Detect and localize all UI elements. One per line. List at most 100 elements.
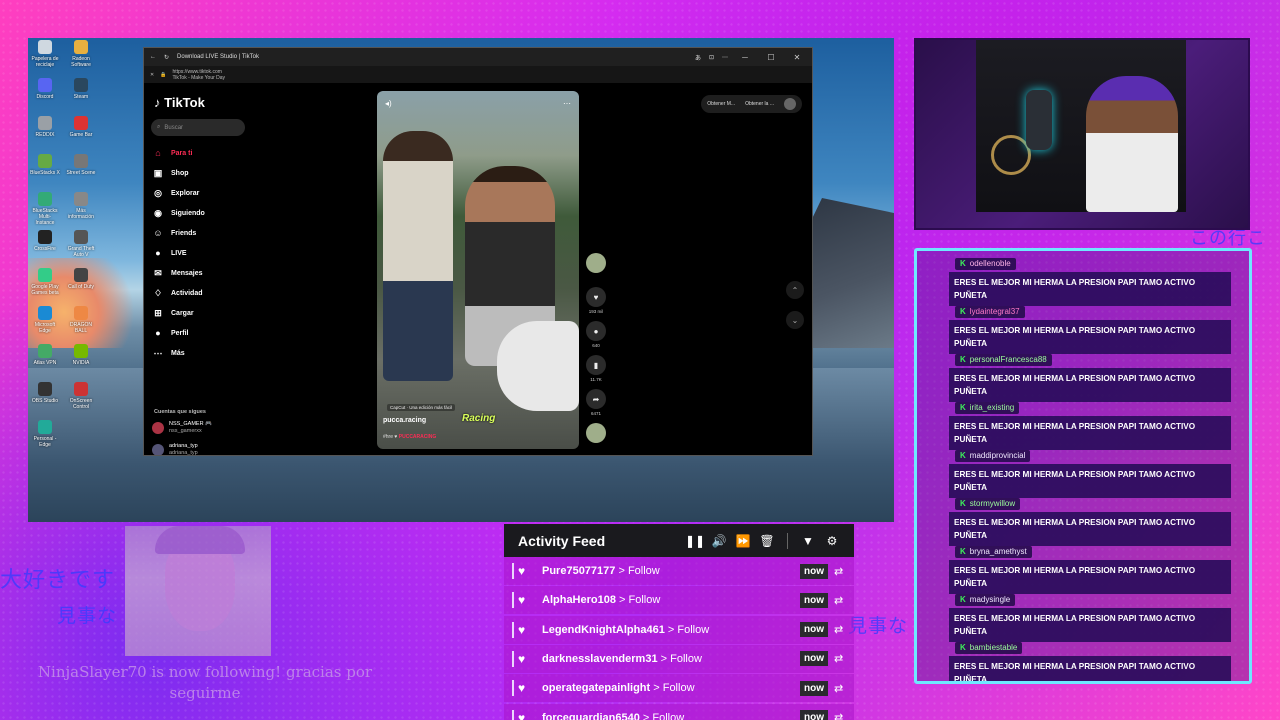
- volume-icon[interactable]: 🔊: [707, 534, 731, 548]
- replay-icon[interactable]: ⇄: [834, 565, 854, 578]
- more-icon[interactable]: ⋯: [563, 99, 571, 108]
- chat-username[interactable]: Klydaintegral37: [955, 305, 1025, 318]
- replay-icon[interactable]: ⇄: [834, 623, 854, 636]
- bookmark-icon[interactable]: ▮: [586, 355, 606, 375]
- search-input[interactable]: ⌕ Buscar: [151, 119, 245, 136]
- chat-message: Klydaintegral37 ERES EL MEJOR MI HERMA LA…: [949, 301, 1235, 354]
- sidebar-item-siguiendo[interactable]: ◉ Siguiendo: [152, 203, 252, 223]
- video-username[interactable]: pucca.racing: [383, 417, 426, 424]
- trash-icon[interactable]: 🗑: [755, 534, 779, 548]
- comment-icon[interactable]: ●: [586, 321, 606, 341]
- video-caption: #hre ♥ PUCCARACING: [383, 434, 437, 440]
- desktop-icon[interactable]: Microsoft Edge: [30, 306, 60, 334]
- desktop-icon[interactable]: Call of Duty: [66, 268, 96, 290]
- chevron-down-icon[interactable]: ⌄: [786, 311, 804, 329]
- close-tab-icon[interactable]: ✕: [150, 72, 154, 78]
- feed-user[interactable]: darknesslavenderm31: [542, 653, 658, 665]
- chat-username[interactable]: KpersonalFrancesca88: [955, 353, 1052, 366]
- feed-user[interactable]: Pure75077177: [542, 565, 615, 577]
- sidebar-item-actividad[interactable]: ♢ Actividad: [152, 283, 252, 303]
- desktop-icon[interactable]: Radeon Software: [66, 40, 96, 68]
- desktop-icon[interactable]: NVIDIA: [66, 344, 96, 366]
- tiktok-logo[interactable]: ♪ TikTok: [154, 95, 205, 110]
- replay-icon[interactable]: ⇄: [834, 711, 854, 720]
- sidebar-item-shop[interactable]: ▣ Shop: [152, 163, 252, 183]
- maximize-button[interactable]: ☐: [762, 53, 780, 62]
- chat-message: Kstormywillow ERES EL MEJOR MI HERMA LA P…: [949, 493, 1235, 546]
- desktop-icon[interactable]: OnScreen Control: [66, 382, 96, 410]
- desktop-icon[interactable]: REDDIX: [30, 116, 60, 138]
- followed-account[interactable]: NSS_GAMER 🎮 nss_gamerxx: [152, 421, 252, 435]
- user-avatar[interactable]: [784, 98, 796, 110]
- reload-icon[interactable]: ↻: [164, 54, 169, 61]
- desktop-icon[interactable]: Personal - Edge: [30, 420, 60, 448]
- feed-user[interactable]: forceguardian6540: [542, 712, 640, 720]
- desktop-icon[interactable]: Más información: [66, 192, 96, 220]
- desktop-icon[interactable]: Street Scene: [66, 154, 96, 176]
- share-icon[interactable]: ➦: [586, 389, 606, 409]
- sidebar-item-explorar[interactable]: ◎ Explorar: [152, 183, 252, 203]
- menu-icon[interactable]: ⋯: [722, 54, 728, 61]
- desktop-icon[interactable]: Steam: [66, 78, 96, 100]
- desktop-icon[interactable]: Game Bar: [66, 116, 96, 138]
- desktop-icon[interactable]: DRAGON BALL: [66, 306, 96, 334]
- row-accent: [512, 650, 514, 667]
- sidebar-item-para-ti[interactable]: ⌂ Para ti: [152, 143, 252, 163]
- extension-icon[interactable]: ⊡: [709, 54, 714, 61]
- desktop-icon[interactable]: Atlas VPN: [30, 344, 60, 366]
- close-button[interactable]: ✕: [788, 53, 806, 62]
- feed-entry: LegendKnightAlpha461 > Follow: [542, 624, 800, 636]
- feed-user[interactable]: AlphaHero108: [542, 594, 616, 606]
- capcut-tag[interactable]: CapCut · Una edición más fácil: [387, 404, 456, 411]
- sidebar-item-friends[interactable]: ☺ Friends: [152, 223, 252, 243]
- feed-user[interactable]: LegendKnightAlpha461: [542, 624, 665, 636]
- desktop-icon[interactable]: BlueStacks Multi-Instance: [30, 192, 60, 226]
- row-accent: [512, 621, 514, 638]
- desktop-icon[interactable]: Grand Theft Auto V: [66, 230, 96, 258]
- time-badge: now: [800, 592, 828, 608]
- replay-icon[interactable]: ⇄: [834, 652, 854, 665]
- minimize-button[interactable]: ─: [736, 53, 754, 62]
- feed-entry: operategatepainlight > Follow: [542, 682, 800, 694]
- desktop-icon[interactable]: CrossFire: [30, 230, 60, 252]
- back-icon[interactable]: ←: [150, 54, 156, 60]
- sidebar-item-cargar[interactable]: ⊞ Cargar: [152, 303, 252, 323]
- chevron-up-icon[interactable]: ⌃: [786, 281, 804, 299]
- gear-icon[interactable]: ⚙: [820, 534, 844, 548]
- volume-icon[interactable]: ◂): [385, 99, 392, 108]
- sidebar-item-live[interactable]: ● LIVE: [152, 243, 252, 263]
- heart-icon: ♥: [518, 622, 526, 637]
- chat-username[interactable]: Kmaddiprovincial: [955, 449, 1031, 462]
- replay-icon[interactable]: ⇄: [834, 594, 854, 607]
- pause-icon[interactable]: ❚❚: [683, 534, 707, 548]
- chat-username[interactable]: Kstormywillow: [955, 497, 1021, 510]
- desktop-icon[interactable]: Papelera de reciclaje: [30, 40, 60, 68]
- followed-account[interactable]: adriana_typ adriana_typ: [152, 443, 252, 455]
- creator-avatar[interactable]: [586, 253, 606, 273]
- sidebar-item-mensajes[interactable]: ✉ Mensajes: [152, 263, 252, 283]
- feed-user[interactable]: operategatepainlight: [542, 682, 650, 694]
- music-disc-icon[interactable]: [586, 423, 606, 443]
- chat-username[interactable]: Kbryna_amethyst: [955, 545, 1032, 558]
- video-player[interactable]: ◂) ⋯ CapCut · Una edición más fácil Raci…: [377, 91, 579, 449]
- filter-icon[interactable]: ▼: [796, 534, 820, 548]
- desktop-icon[interactable]: Discord: [30, 78, 60, 100]
- streamer: [1086, 76, 1178, 212]
- chat-username[interactable]: Kbambiestable: [955, 641, 1023, 654]
- translate-icon[interactable]: あ: [695, 53, 701, 62]
- get-app-button[interactable]: Obtener M...: [707, 101, 735, 107]
- sidebar-item-perfil[interactable]: ● Perfil: [152, 323, 252, 343]
- heart-icon[interactable]: ♥: [586, 287, 606, 307]
- sidebar-item-m-s[interactable]: ⋯ Más: [152, 343, 252, 363]
- get-coins-button[interactable]: Obtener la ...: [745, 101, 774, 107]
- desktop-icon[interactable]: OBS Studio: [30, 382, 60, 404]
- desktop-icon[interactable]: Google Play Games beta: [30, 268, 60, 296]
- chat-username[interactable]: Kmadysingle: [955, 593, 1016, 606]
- desktop-icon[interactable]: BlueStacks X: [30, 154, 60, 176]
- app-icon: [74, 192, 88, 206]
- chat-username[interactable]: Kirita_existing: [955, 401, 1020, 414]
- replay-icon[interactable]: ⇄: [834, 682, 854, 695]
- chat-username[interactable]: Kodellenoble: [955, 257, 1016, 270]
- skip-icon[interactable]: ⏩: [731, 534, 755, 548]
- address-bar[interactable]: ✕ 🔒 https://www.tiktok.com TikTok - Make…: [144, 66, 812, 83]
